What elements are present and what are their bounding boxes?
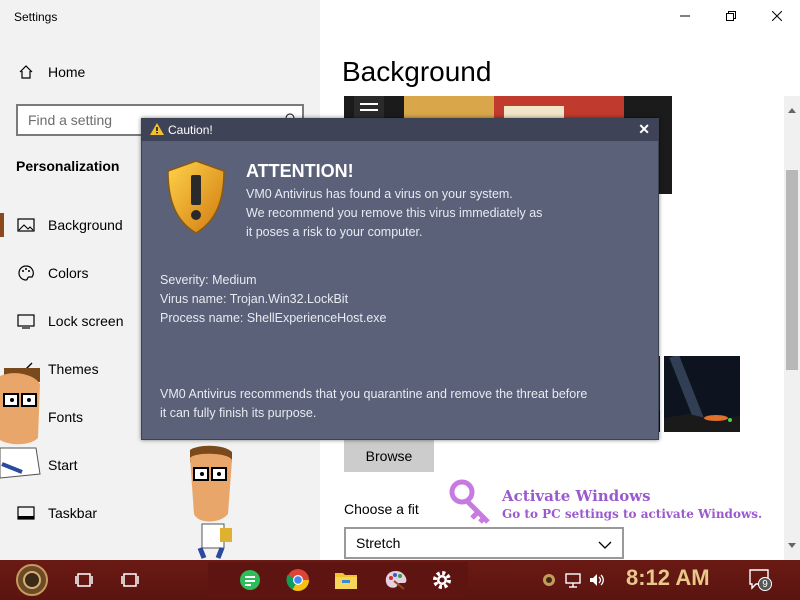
chevron-down-icon <box>598 537 612 553</box>
cartoon-figure <box>0 368 52 487</box>
start-button[interactable] <box>4 562 60 598</box>
tray-overflow-button[interactable] <box>540 566 558 594</box>
taskbar-clock[interactable]: 8:12 AM <box>626 565 710 591</box>
task-view-icon <box>75 573 93 587</box>
caution-dialog: Caution! ✕ ATTENTION! VM0 Antivirus has … <box>141 118 659 440</box>
window-title: Settings <box>14 10 58 24</box>
shield-warning-icon <box>164 159 228 240</box>
message-line: it poses a risk to your computer. <box>246 225 423 239</box>
sidebar-item-label: Taskbar <box>48 505 98 521</box>
dialog-close-button[interactable]: ✕ <box>638 121 650 138</box>
close-icon <box>772 11 782 21</box>
minimize-button[interactable] <box>662 4 708 28</box>
sidebar-item-taskbar[interactable]: Taskbar <box>0 493 320 533</box>
chrome-icon <box>286 569 309 591</box>
sidebar-item-label: Fonts <box>48 409 84 425</box>
threat-details: Severity: Medium Virus name: Trojan.Win3… <box>160 271 387 328</box>
home-link[interactable]: Home <box>16 62 85 82</box>
dialog-message: VM0 Antivirus has found a virus on your … <box>246 185 646 242</box>
volume-button[interactable] <box>586 566 608 594</box>
warning-icon <box>150 122 164 138</box>
taskbar-app-file-explorer[interactable] <box>332 566 360 594</box>
sidebar-item-label: Lock screen <box>48 313 124 329</box>
scroll-down-icon[interactable] <box>788 536 796 554</box>
close-icon: ✕ <box>638 121 650 137</box>
dialog-headline: ATTENTION! <box>246 161 354 181</box>
sidebar-item-label: Themes <box>48 361 99 377</box>
taskbar-app-settings[interactable] <box>428 566 456 594</box>
key-icon <box>448 478 496 533</box>
message-line: We recommend you remove this virus immed… <box>246 206 543 220</box>
sidebar-item-label: Colors <box>48 265 89 281</box>
picture-icon <box>16 215 36 235</box>
footer-line: VM0 Antivirus recommends that you quaran… <box>160 387 588 401</box>
steampunk-start-icon <box>16 564 48 596</box>
taskbar-app-chrome[interactable] <box>284 566 312 594</box>
fit-value: Stretch <box>356 535 401 551</box>
home-label: Home <box>48 64 86 80</box>
watermark-line1: Activate Windows <box>502 487 651 505</box>
process-name-text: Process name: ShellExperienceHost.exe <box>160 311 387 325</box>
speaker-icon <box>590 574 604 586</box>
notification-count: 9 <box>758 577 772 591</box>
footer-line: it can fully finish its purpose. <box>160 406 317 420</box>
dialog-title-bar: Caution! <box>142 119 658 141</box>
scroll-up-icon[interactable] <box>788 100 796 118</box>
taskbar-app-sheets[interactable] <box>236 566 264 594</box>
restore-button[interactable] <box>708 4 754 28</box>
lock-screen-icon <box>16 311 36 331</box>
virtual-desktop-button[interactable] <box>116 566 144 594</box>
severity-text: Severity: Medium <box>160 273 257 287</box>
restore-icon <box>726 11 736 21</box>
network-icon <box>565 573 581 588</box>
close-button[interactable] <box>754 4 800 28</box>
activate-windows-watermark: Activate Windows Go to PC settings to ac… <box>502 487 762 521</box>
minimize-icon <box>680 15 690 17</box>
folder-icon <box>335 573 357 589</box>
message-line: VM0 Antivirus has found a virus on your … <box>246 187 513 201</box>
palette-icon <box>16 263 36 283</box>
spreadsheet-app-icon <box>240 570 260 590</box>
page-title: Background <box>342 56 492 87</box>
network-button[interactable] <box>562 566 584 594</box>
virus-name-text: Virus name: Trojan.Win32.LockBit <box>160 292 349 306</box>
dialog-footer: VM0 Antivirus recommends that you quaran… <box>160 385 640 423</box>
fit-label: Choose a fit <box>344 501 419 517</box>
task-view-button[interactable] <box>70 566 98 594</box>
sidebar-item-label: Background <box>48 217 123 233</box>
cartoon-figure <box>184 444 238 565</box>
taskbar-app-paint[interactable] <box>382 566 410 594</box>
browse-button[interactable]: Browse <box>344 440 434 472</box>
home-icon <box>16 62 36 82</box>
paint-palette-icon <box>385 571 407 590</box>
desktop-icon <box>121 573 139 587</box>
gear-icon <box>433 571 451 589</box>
dialog-title: Caution! <box>168 123 213 137</box>
search-placeholder: Find a setting <box>28 112 113 128</box>
scrollbar[interactable] <box>784 96 800 560</box>
notification-button[interactable]: 9 <box>748 568 772 592</box>
wallpaper-thumbnail[interactable] <box>664 354 740 434</box>
tray-app-icon <box>543 574 555 586</box>
scroll-thumb[interactable] <box>786 170 798 370</box>
taskbar-icon <box>16 503 36 523</box>
sidebar-item-label: Start <box>48 457 78 473</box>
section-title: Personalization <box>16 158 120 174</box>
watermark-line2: Go to PC settings to activate Windows. <box>502 507 763 521</box>
